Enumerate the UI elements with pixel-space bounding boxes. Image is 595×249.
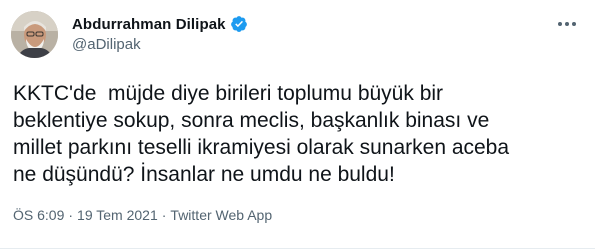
meta-separator: · [161,207,167,223]
meta-separator: · [68,207,74,223]
more-horizontal-icon [558,22,576,26]
avatar[interactable] [11,11,58,58]
tweet-time[interactable]: ÖS 6:09 [13,207,64,223]
author-display-name[interactable]: Abdurrahman Dilipak [72,16,226,33]
tweet-card: Abdurrahman Dilipak @aDilipak KKTC'de mü… [0,0,595,249]
author-name-row: Abdurrahman Dilipak [72,15,248,33]
tweet-text: KKTC'de müjde diye birileri toplumu büyü… [13,82,510,186]
verified-badge-icon [230,15,248,33]
avatar-image [11,11,58,58]
tweet-source[interactable]: Twitter Web App [170,207,272,223]
tweet-date[interactable]: 19 Tem 2021 [77,207,158,223]
author-handle[interactable]: @aDilipak [72,36,141,53]
tweet-meta: ÖS 6:09 · 19 Tem 2021 · Twitter Web App [13,207,272,223]
more-options-button[interactable] [555,14,579,34]
